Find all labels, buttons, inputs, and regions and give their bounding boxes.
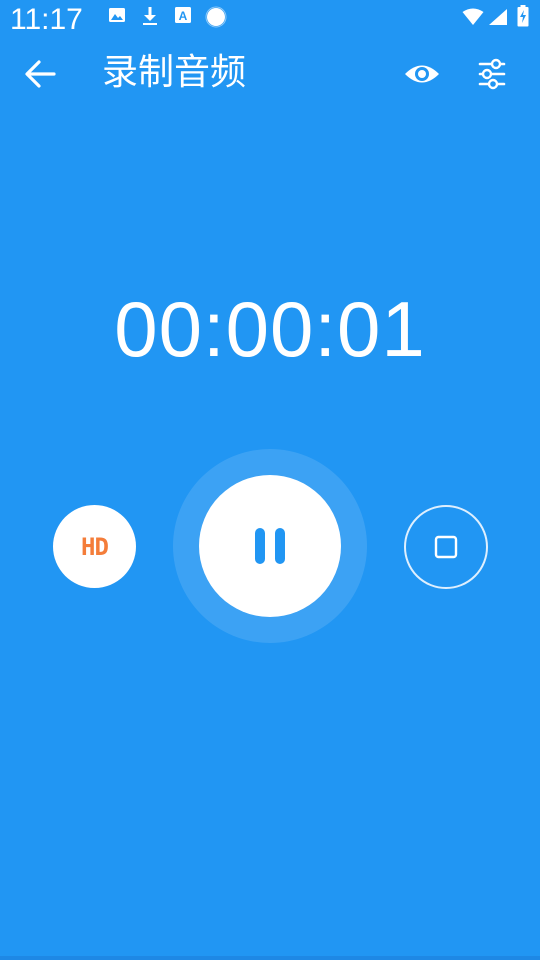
- pause-icon: [255, 528, 285, 564]
- stop-button[interactable]: [404, 505, 488, 589]
- image-icon: [108, 6, 126, 28]
- circle-dot-icon: [205, 6, 227, 32]
- bottom-edge: [0, 956, 540, 960]
- app-bar: 录制音频: [0, 40, 540, 106]
- battery-icon: [517, 5, 529, 31]
- svg-text:A: A: [179, 9, 188, 23]
- back-button[interactable]: [20, 54, 62, 94]
- elapsed-timer: 00:00:01: [114, 285, 426, 373]
- settings-button[interactable]: [472, 54, 512, 94]
- text-a-icon: A: [174, 6, 192, 28]
- page-title: 录制音频: [102, 52, 247, 93]
- status-bar: 11:17 A: [0, 0, 540, 40]
- status-time: 11:17: [10, 3, 83, 36]
- recording-screen: 11:17 A 录制音频 00:00:01 HD: [0, 0, 540, 960]
- stop-icon: [434, 535, 458, 559]
- hd-quality-button[interactable]: HD: [53, 505, 136, 588]
- download-icon: [141, 6, 159, 30]
- signal-icon: [488, 8, 508, 30]
- pause-button[interactable]: [199, 475, 341, 617]
- tune-icon: [478, 58, 506, 90]
- preview-button[interactable]: [400, 54, 444, 94]
- arrow-back-icon: [25, 60, 56, 88]
- wifi-icon: [462, 8, 484, 30]
- hd-label: HD: [81, 532, 109, 561]
- eye-icon: [405, 65, 439, 83]
